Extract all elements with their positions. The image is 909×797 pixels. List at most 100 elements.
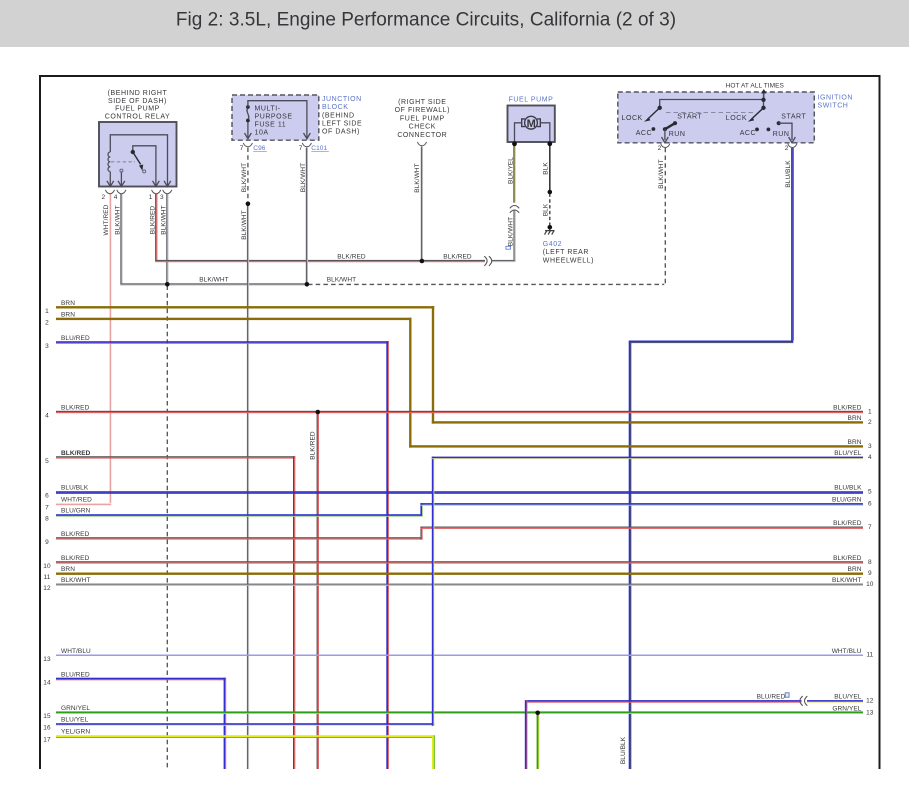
svg-text:BLU/BLK: BLU/BLK (61, 485, 89, 492)
svg-text:8: 8 (868, 559, 872, 566)
svg-text:3: 3 (160, 194, 164, 201)
svg-text:2: 2 (45, 319, 49, 326)
svg-text:BLK/WHT: BLK/WHT (300, 163, 307, 192)
svg-text:BLK/RED: BLK/RED (310, 431, 317, 460)
svg-text:CONTROL RELAY: CONTROL RELAY (105, 113, 171, 120)
svg-text:BLK/RED: BLK/RED (61, 450, 91, 457)
svg-text:BLK/WHT: BLK/WHT (241, 210, 248, 239)
svg-text:9: 9 (868, 570, 872, 577)
svg-text:M: M (527, 118, 536, 130)
svg-text:7: 7 (45, 505, 49, 512)
svg-text:JUNCTION: JUNCTION (322, 96, 362, 103)
svg-text:17: 17 (43, 737, 51, 744)
svg-text:BLK/RED: BLK/RED (443, 253, 472, 260)
svg-text:1: 1 (149, 194, 153, 201)
svg-text:FUEL PUMP: FUEL PUMP (400, 115, 445, 122)
svg-text:FUEL PUMP: FUEL PUMP (509, 96, 554, 103)
svg-text:6: 6 (868, 501, 872, 508)
svg-text:4: 4 (868, 454, 872, 461)
svg-text:LOCK: LOCK (726, 115, 747, 122)
svg-text:BLK: BLK (543, 203, 550, 216)
svg-text:13: 13 (43, 656, 51, 663)
svg-text:OF FIREWALL): OF FIREWALL) (395, 107, 450, 114)
svg-text:BLU/GRN: BLU/GRN (61, 508, 91, 515)
svg-text:BLK/YEL: BLK/YEL (508, 157, 515, 184)
svg-text:BLK/RED: BLK/RED (61, 531, 90, 538)
svg-text:BLK/RED: BLK/RED (833, 404, 862, 411)
svg-text:LEFT SIDE: LEFT SIDE (322, 121, 362, 128)
svg-text:BLK/WHT: BLK/WHT (832, 577, 861, 584)
svg-text:11: 11 (44, 574, 51, 581)
svg-text:(BEHIND RIGHT: (BEHIND RIGHT (108, 90, 168, 97)
svg-text:FUEL PUMP: FUEL PUMP (115, 105, 160, 112)
svg-text:1: 1 (868, 408, 872, 415)
svg-text:7: 7 (299, 145, 303, 152)
svg-text:C101: C101 (311, 145, 327, 152)
svg-text:10: 10 (43, 563, 51, 570)
svg-text:7: 7 (240, 145, 244, 152)
svg-text:BLU/RED: BLU/RED (61, 671, 90, 678)
svg-text:CHECK: CHECK (409, 124, 436, 131)
svg-text:BLK/RED: BLK/RED (833, 555, 862, 562)
svg-text:START: START (677, 114, 702, 121)
svg-text:BLK/RED: BLK/RED (149, 206, 156, 235)
svg-text:12: 12 (866, 698, 874, 705)
svg-text:2: 2 (785, 145, 789, 152)
svg-text:BLK/WHT: BLK/WHT (327, 277, 356, 284)
svg-text:BLK/WHT: BLK/WHT (199, 277, 228, 284)
svg-text:WHT/RED: WHT/RED (103, 204, 110, 235)
svg-text:BLK/RED: BLK/RED (833, 520, 862, 527)
svg-text:PURPOSE: PURPOSE (255, 114, 293, 121)
svg-text:BRN: BRN (61, 311, 75, 318)
svg-text:OF DASH): OF DASH) (322, 129, 360, 136)
svg-text:BRN: BRN (848, 566, 862, 573)
svg-text:6: 6 (45, 493, 49, 500)
svg-text:C96: C96 (253, 145, 265, 152)
svg-text:BLK/WHT: BLK/WHT (508, 217, 515, 246)
svg-text:BLOCK: BLOCK (322, 104, 348, 111)
svg-text:10: 10 (866, 581, 874, 588)
svg-text:LOCK: LOCK (622, 115, 643, 122)
svg-text:(BEHIND: (BEHIND (322, 112, 355, 119)
svg-text:BLU/BLK: BLU/BLK (620, 736, 627, 764)
svg-text:7: 7 (868, 524, 872, 531)
svg-text:BLK/WHT: BLK/WHT (115, 205, 122, 234)
svg-text:START: START (781, 114, 806, 121)
svg-text:4: 4 (114, 194, 118, 201)
svg-text:ACC: ACC (636, 130, 652, 137)
svg-text:ACC: ACC (740, 130, 756, 137)
svg-text:12: 12 (43, 585, 51, 592)
svg-text:FUSE 11: FUSE 11 (255, 122, 287, 129)
svg-text:MULTI-: MULTI- (255, 106, 281, 113)
svg-text:BLK/RED: BLK/RED (337, 253, 366, 260)
svg-text:WHT/RED: WHT/RED (61, 497, 92, 504)
svg-text:5: 5 (868, 489, 872, 496)
svg-text:BLU/GRN: BLU/GRN (832, 497, 862, 504)
svg-text:GRN/YEL: GRN/YEL (832, 705, 861, 712)
svg-text:BLK/WHT: BLK/WHT (161, 205, 168, 234)
svg-text:BLK: BLK (543, 162, 550, 175)
svg-text:BRN: BRN (848, 439, 862, 446)
svg-text:13: 13 (866, 709, 874, 716)
svg-text:4: 4 (45, 412, 49, 419)
svg-text:RUN: RUN (773, 131, 790, 138)
svg-text:2: 2 (658, 145, 662, 152)
svg-text:3: 3 (868, 443, 872, 450)
svg-text:9: 9 (45, 539, 49, 546)
svg-text:11: 11 (866, 652, 873, 659)
svg-text:WHT/BLU: WHT/BLU (61, 648, 91, 655)
svg-text:(RIGHT SIDE: (RIGHT SIDE (398, 99, 446, 106)
svg-text:3: 3 (45, 343, 49, 350)
svg-text:Fig 2: 3.5L, Engine Performanc: Fig 2: 3.5L, Engine Performance Circuits… (176, 10, 676, 31)
svg-text:2: 2 (101, 194, 105, 201)
svg-text:BRN: BRN (61, 300, 75, 307)
svg-text:SWITCH: SWITCH (818, 103, 849, 110)
svg-text:WHT/BLU: WHT/BLU (832, 648, 862, 655)
svg-text:CONNECTOR: CONNECTOR (397, 132, 447, 139)
svg-text:BLU/RED: BLU/RED (61, 335, 90, 342)
svg-text:5: 5 (45, 458, 49, 465)
svg-text:BLK/RED: BLK/RED (61, 404, 90, 411)
svg-text:YEL/GRN: YEL/GRN (61, 729, 90, 736)
svg-text:G402: G402 (543, 241, 562, 248)
svg-text:GRN/YEL: GRN/YEL (61, 705, 90, 712)
